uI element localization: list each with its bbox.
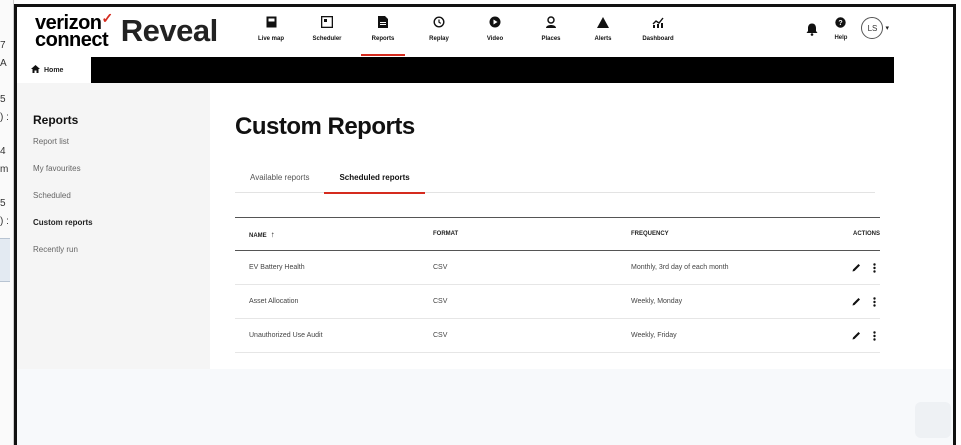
column-header-label: NAME (249, 232, 267, 239)
reports-icon (376, 15, 390, 29)
edit-icon[interactable] (850, 296, 862, 308)
help-button[interactable]: ? Help (834, 15, 847, 41)
nav-label: Dashboard (642, 36, 674, 42)
table-row[interactable]: Unauthorized Use Audit CSV Weekly, Frida… (235, 319, 880, 353)
table-header: NAME ↑ FORMAT FREQUENCY ACTIONS (235, 217, 880, 251)
nav-dashboard[interactable]: Dashboard (627, 15, 689, 55)
sidebar-item-scheduled[interactable]: Scheduled (33, 191, 210, 218)
strip-text: A (0, 58, 7, 69)
column-header-format: FORMAT (433, 231, 459, 237)
top-bar: verizon✓ connect Reveal Live map Schedul… (17, 7, 953, 57)
page-title: Custom Reports (235, 113, 415, 140)
nav-replay[interactable]: Replay (411, 15, 467, 55)
scheduler-icon (320, 15, 334, 29)
column-header-name[interactable]: NAME ↑ (235, 230, 433, 239)
cell-actions (816, 296, 880, 308)
nav-label: Video (486, 36, 504, 42)
sidebar: Reports Report list My favourites Schedu… (17, 83, 210, 369)
nav-video[interactable]: Video (467, 15, 523, 55)
strip-text: ) : (0, 112, 9, 123)
table-row[interactable]: EV Battery Health CSV Monthly, 3rd day o… (235, 251, 880, 285)
bell-icon[interactable] (806, 23, 820, 37)
more-vertical-icon[interactable] (868, 262, 880, 274)
cell-name: Unauthorized Use Audit (249, 332, 323, 339)
app-logo[interactable]: verizon✓ connect Reveal (35, 10, 218, 51)
nav-label: Scheduler (312, 36, 342, 42)
cell-actions (816, 330, 880, 342)
home-tab[interactable]: Home (17, 57, 91, 83)
video-icon (488, 15, 502, 29)
nav-label: Reports (371, 36, 395, 42)
tab-available-reports[interactable]: Available reports (235, 163, 324, 193)
logo-line2: connect (35, 28, 109, 51)
main-content: Custom Reports Available reports Schedul… (210, 83, 894, 369)
background-window-strip: 7 A 5 ) : 4 m 5 ) : (0, 0, 14, 445)
sidebar-item-report-list[interactable]: Report list (33, 137, 210, 164)
home-tab-label: Home (44, 66, 64, 74)
strip-text: 4 (0, 146, 6, 157)
report-tabs: Available reports Scheduled reports (235, 163, 875, 194)
strip-text: 5 (0, 94, 6, 105)
tab-bar: Home (17, 57, 894, 83)
chat-widget-icon[interactable] (915, 402, 951, 438)
tab-scheduled-reports[interactable]: Scheduled reports (324, 163, 425, 194)
nav-label: Live map (257, 36, 284, 42)
edit-icon[interactable] (850, 262, 862, 274)
nav-label: Alerts (594, 36, 612, 42)
user-tools: ? Help LS ▾ (806, 15, 889, 41)
edit-icon[interactable] (850, 330, 862, 342)
nav-label: Places (541, 36, 561, 42)
logo-wordmark: verizon✓ connect (35, 10, 113, 51)
dashboard-icon (651, 15, 665, 29)
strip-selection (0, 238, 10, 282)
app-window: verizon✓ connect Reveal Live map Schedul… (14, 4, 956, 445)
chevron-down-icon[interactable]: ▾ (885, 24, 889, 32)
nav-live-map[interactable]: Live map (243, 15, 299, 55)
nav-reports[interactable]: Reports (355, 15, 411, 56)
page-footer-area (17, 369, 953, 445)
cell-frequency: Weekly, Friday (631, 332, 677, 339)
strip-text: 5 (0, 198, 6, 209)
help-icon: ? (835, 15, 847, 33)
cell-format: CSV (433, 298, 448, 305)
cell-actions (816, 262, 880, 274)
sidebar-item-my-favourites[interactable]: My favourites (33, 164, 210, 191)
replay-icon (432, 15, 446, 29)
nav-places[interactable]: Places (523, 15, 579, 55)
avatar[interactable]: LS (861, 17, 884, 39)
places-icon (544, 15, 558, 29)
logo-check-mark: ✓ (101, 9, 114, 26)
nav-scheduler[interactable]: Scheduler (299, 15, 355, 55)
svg-text:?: ? (839, 20, 843, 27)
live-map-icon (264, 15, 278, 29)
nav-alerts[interactable]: Alerts (579, 15, 627, 55)
home-icon (31, 65, 44, 75)
cell-format: CSV (433, 332, 448, 339)
cell-name: EV Battery Health (249, 264, 305, 271)
cell-format: CSV (433, 264, 448, 271)
main-nav: Live map Scheduler Reports Replay Video … (243, 15, 689, 56)
sidebar-item-recently-run[interactable]: Recently run (33, 245, 210, 272)
sidebar-title: Reports (33, 113, 79, 127)
cell-frequency: Weekly, Monday (631, 298, 683, 305)
product-name: Reveal (120, 13, 218, 48)
more-vertical-icon[interactable] (868, 330, 880, 342)
column-header-frequency: FREQUENCY (631, 231, 669, 237)
sort-ascending-icon[interactable]: ↑ (271, 230, 275, 239)
strip-text: 7 (0, 40, 6, 51)
table-row[interactable]: Asset Allocation CSV Weekly, Monday (235, 285, 880, 319)
nav-label: Replay (429, 36, 449, 42)
reports-table: NAME ↑ FORMAT FREQUENCY ACTIONS EV Batter… (235, 217, 880, 353)
strip-text: m (0, 164, 9, 175)
strip-text: ) : (0, 216, 9, 227)
cell-frequency: Monthly, 3rd day of each month (631, 264, 729, 271)
cell-name: Asset Allocation (249, 298, 299, 305)
help-label: Help (834, 35, 848, 41)
column-header-actions: ACTIONS (853, 231, 880, 237)
alerts-icon (596, 15, 610, 29)
sidebar-item-custom-reports[interactable]: Custom reports (33, 218, 210, 245)
more-vertical-icon[interactable] (868, 296, 880, 308)
